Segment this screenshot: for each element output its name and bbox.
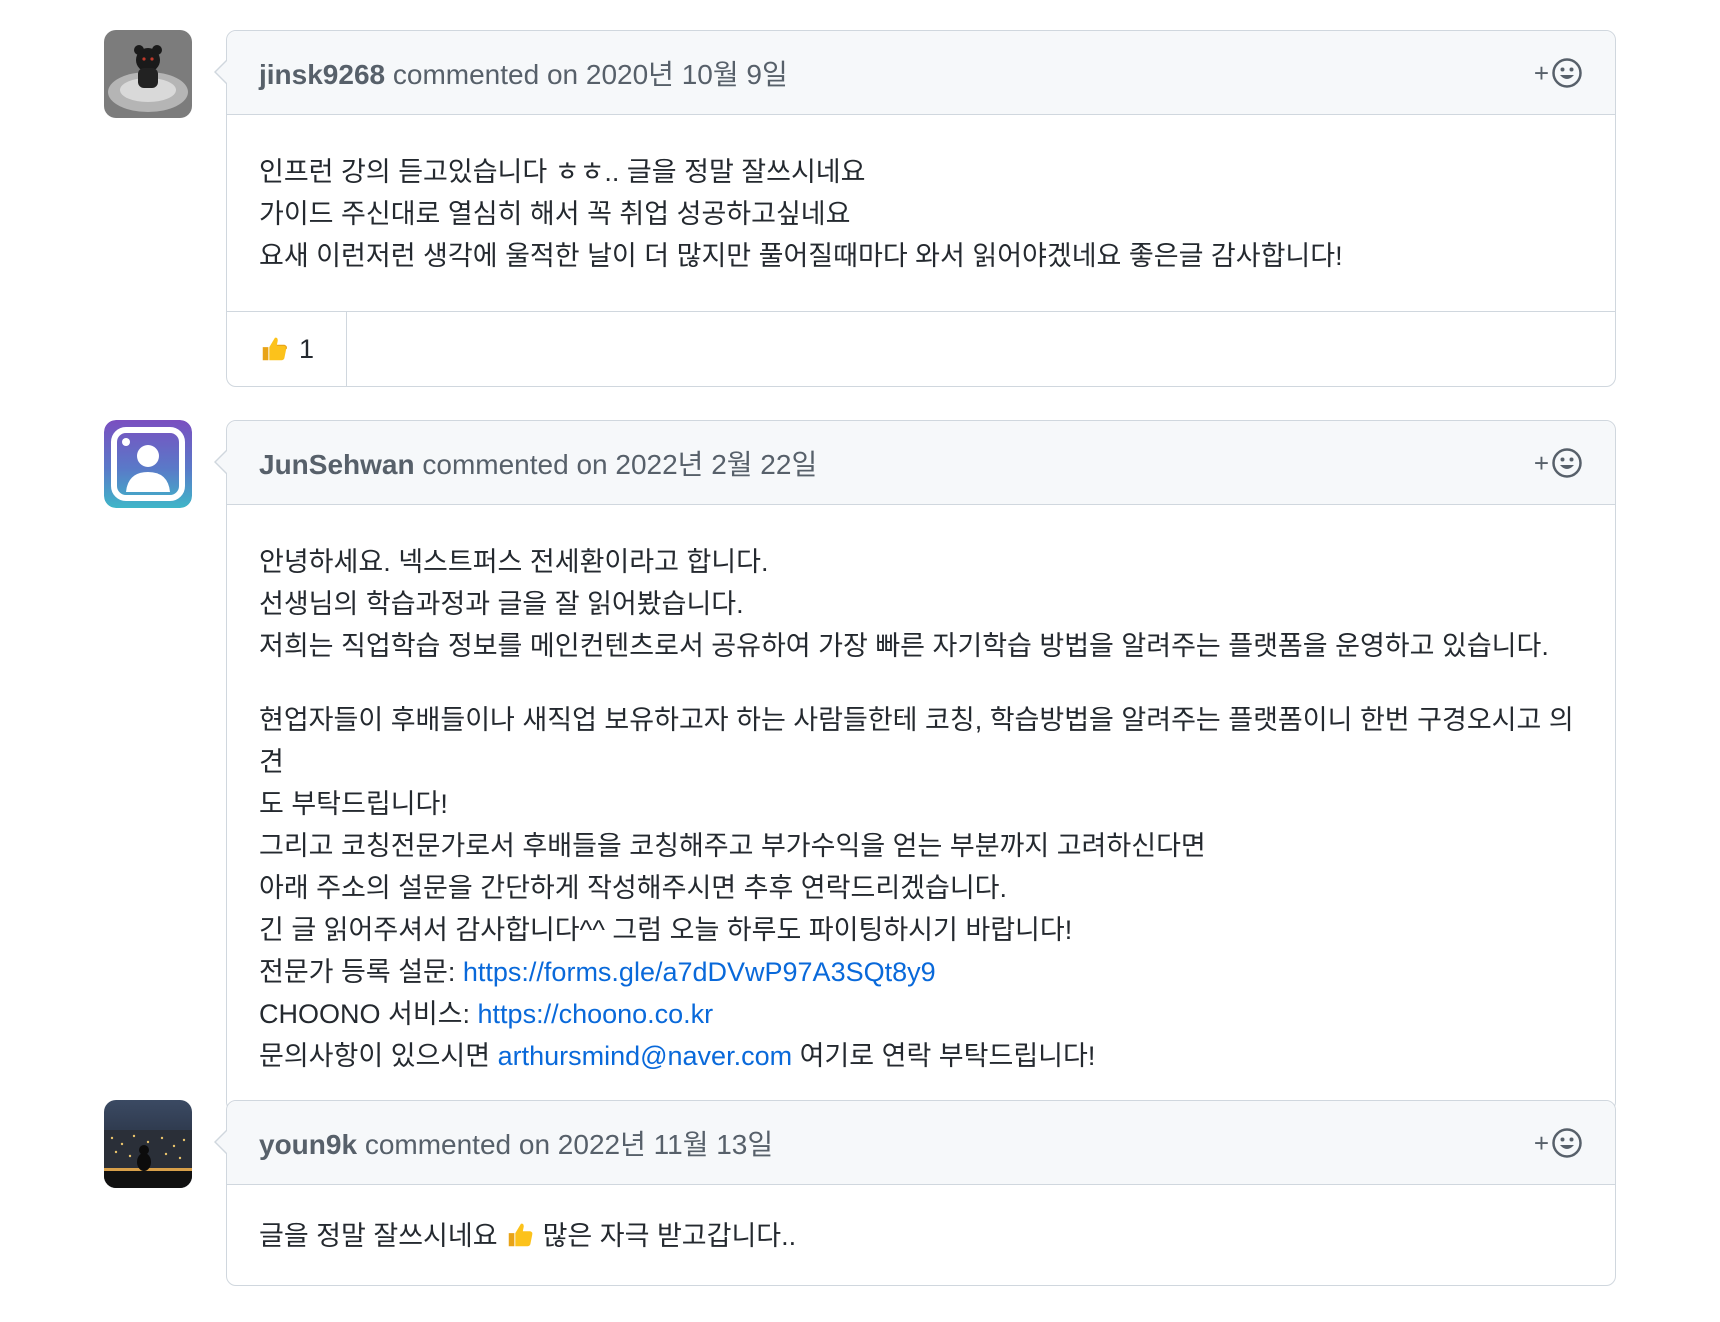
thumbs-up-reaction[interactable]: 1: [227, 312, 348, 386]
comment-body: 글을 정말 잘쓰시네요 많은 자극 받고갑니다..: [227, 1185, 1615, 1285]
comment-header: jinsk9268 commented on 2020년 10월 9일 +: [227, 31, 1615, 115]
text-segment: 글을 정말 잘쓰시네요: [259, 1221, 506, 1251]
comment-body: 안녕하세요. 넥스트퍼스 전세환이라고 합니다. 선생님의 학습과정과 글을 잘…: [227, 505, 1615, 1111]
text-line: 그리고 코칭전문가로서 후배들을 코칭해주고 부가수익을 얻는 부분까지 고려하…: [259, 831, 1206, 861]
comment-paragraph: 현업자들이 후배들이나 새직업 보유하고자 하는 사람들한테 코칭, 학습방법을…: [259, 699, 1583, 1077]
email-link[interactable]: arthursmind@naver.com: [498, 1041, 793, 1071]
author-link[interactable]: JunSehwan: [259, 449, 415, 480]
author-link[interactable]: youn9k: [259, 1129, 357, 1160]
service-link[interactable]: https://choono.co.kr: [478, 999, 714, 1029]
add-reaction-button[interactable]: +: [1534, 1127, 1583, 1159]
text-line: 현업자들이 후배들이나 새직업 보유하고자 하는 사람들한테 코칭, 학습방법을…: [259, 705, 1574, 777]
text-segment: 많은 자극 받고갑니다..: [535, 1221, 797, 1251]
comment-date[interactable]: commented on 2022년 11월 13일: [365, 1129, 773, 1160]
thumbs-up-icon: [508, 1223, 533, 1247]
smiley-icon: [1552, 57, 1582, 88]
comment-date[interactable]: commented on 2022년 2월 22일: [422, 449, 817, 480]
text-line: 안녕하세요. 넥스트퍼스 전세환이라고 합니다.: [259, 547, 769, 577]
comment-header: youn9k commented on 2022년 11월 13일 +: [227, 1101, 1615, 1185]
add-reaction-button[interactable]: +: [1534, 447, 1583, 479]
text-line: 선생님의 학습과정과 글을 잘 읽어봤습니다.: [259, 589, 744, 619]
comment-paragraph: 글을 정말 잘쓰시네요 많은 자극 받고갑니다..: [259, 1215, 1583, 1257]
text-line: 저희는 직업학습 정보를 메인컨텐츠로서 공유하여 가장 빠른 자기학습 방법을…: [259, 631, 1549, 661]
comment-box: jinsk9268 commented on 2020년 10월 9일 + 인프…: [214, 30, 1616, 387]
plus-icon: +: [1533, 447, 1549, 478]
reaction-count: 1: [299, 333, 315, 364]
comment-meta: JunSehwan commented on 2022년 2월 22일: [259, 443, 817, 483]
survey-link[interactable]: https://forms.gle/a7dDVwP97A3SQt8y9: [463, 957, 936, 987]
author-link[interactable]: jinsk9268: [259, 59, 385, 90]
smiley-icon: [1552, 1127, 1582, 1158]
avatar[interactable]: [104, 1100, 192, 1188]
comment-box: youn9k commented on 2022년 11월 13일 + 글을 정…: [214, 1100, 1616, 1286]
comment-paragraph: 인프런 강의 듣고있습니다 ㅎㅎ.. 글을 정말 잘쓰시네요 가이드 주신대로 …: [259, 151, 1583, 277]
text-line: 인프런 강의 듣고있습니다 ㅎㅎ.. 글을 정말 잘쓰시네요: [259, 157, 866, 187]
text-line: 가이드 주신대로 열심히 해서 꼭 취업 성공하고싶네요: [259, 199, 851, 229]
add-reaction-button[interactable]: +: [1534, 57, 1583, 89]
avatar[interactable]: [104, 30, 192, 118]
plus-icon: +: [1533, 57, 1549, 88]
thumbs-up-icon: [262, 337, 287, 361]
avatar[interactable]: [104, 420, 192, 508]
text-line: 도 부탁드립니다!: [259, 789, 448, 819]
contact-prefix: 문의사항이 있으시면: [259, 1041, 498, 1071]
reactions-bar: 1: [227, 311, 1615, 386]
comment-header: JunSehwan commented on 2022년 2월 22일 +: [227, 421, 1615, 505]
comment-body: 인프런 강의 듣고있습니다 ㅎㅎ.. 글을 정말 잘쓰시네요 가이드 주신대로 …: [227, 115, 1615, 311]
comment-meta: jinsk9268 commented on 2020년 10월 9일: [259, 53, 788, 93]
text-line: 긴 글 읽어주셔서 감사합니다^^ 그럼 오늘 하루도 파이팅하시기 바랍니다!: [259, 915, 1073, 945]
text-line: 아래 주소의 설문을 간단하게 작성해주시면 추후 연락드리겠습니다.: [259, 873, 1008, 903]
plus-icon: +: [1533, 1127, 1549, 1158]
comment-date[interactable]: commented on 2020년 10월 9일: [393, 59, 788, 90]
comment-meta: youn9k commented on 2022년 11월 13일: [259, 1123, 773, 1163]
service-label: CHOONO 서비스:: [259, 999, 478, 1029]
contact-suffix: 여기로 연락 부탁드립니다!: [792, 1041, 1096, 1071]
survey-label: 전문가 등록 설문:: [259, 957, 463, 987]
comment-box: JunSehwan commented on 2022년 2월 22일 + 안녕…: [214, 420, 1616, 1112]
smiley-icon: [1552, 447, 1582, 478]
text-line: 요새 이런저런 생각에 울적한 날이 더 많지만 풀어질때마다 와서 읽어야겠네…: [259, 241, 1343, 271]
comment-paragraph: 안녕하세요. 넥스트퍼스 전세환이라고 합니다. 선생님의 학습과정과 글을 잘…: [259, 541, 1583, 667]
